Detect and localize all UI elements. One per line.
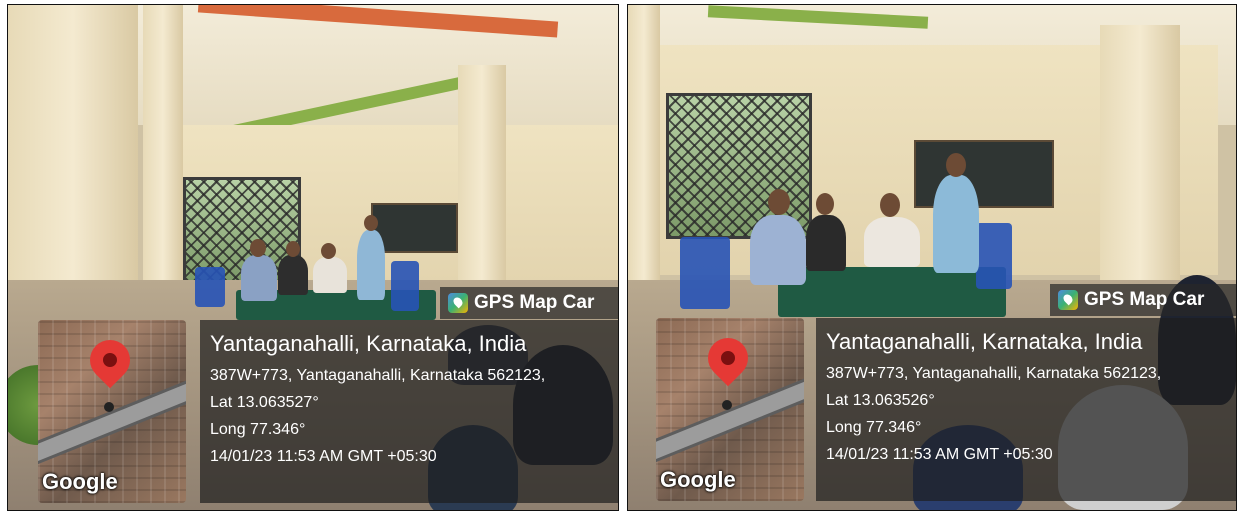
timestamp: 14/01/23 11:53 AM GMT +05:30 [826, 446, 1053, 463]
longitude: Long 77.346° [826, 419, 922, 436]
location-map-thumbnail: Google [656, 318, 804, 501]
photo-panel-right: GPS Map Car Google Yantaganahalli, Karna… [627, 4, 1237, 511]
gps-app-label-text: GPS Map Car [1084, 289, 1205, 310]
person-head [286, 241, 300, 257]
person-head [880, 193, 900, 217]
place-name: Yantaganahalli, Karnataka, India [826, 329, 1143, 354]
location-info-box: Yantaganahalli, Karnataka, India 387W+77… [816, 318, 1236, 501]
chair [195, 267, 225, 307]
place-name: Yantaganahalli, Karnataka, India [210, 331, 527, 356]
seated-person [750, 215, 806, 285]
photo-panel-left: GPS Map Car Google Yantaganahalli, Karna… [7, 4, 619, 511]
map-logo: Google [42, 469, 118, 494]
map-pin-icon [699, 329, 757, 387]
pillar [1100, 25, 1180, 295]
timestamp: 14/01/23 11:53 AM GMT +05:30 [210, 448, 437, 465]
gps-map-camera-icon [448, 293, 468, 313]
chair [391, 261, 419, 311]
map-road [656, 373, 804, 463]
gps-app-label-text: GPS Map Car [474, 292, 595, 313]
map-logo: Google [660, 467, 736, 492]
address: 387W+773, Yantaganahalli, Karnataka 5621… [210, 367, 546, 384]
person-head [768, 189, 790, 215]
standing-speaker [357, 230, 385, 300]
person-head [250, 239, 266, 257]
person-head [364, 215, 378, 231]
location-map-thumbnail: Google [38, 320, 186, 503]
person-head [946, 153, 966, 177]
chair [680, 237, 730, 309]
longitude: Long 77.346° [210, 421, 306, 438]
latitude: Lat 13.063527° [210, 394, 319, 411]
location-info-box: Yantaganahalli, Karnataka, India 387W+77… [200, 320, 618, 503]
gps-map-camera-icon [1058, 290, 1078, 310]
seated-person [806, 215, 846, 271]
table [778, 267, 1006, 317]
gps-app-label: GPS Map Car [440, 287, 618, 319]
blackboard [371, 203, 458, 253]
pillar [143, 5, 183, 325]
person-head [321, 243, 336, 259]
map-road [38, 375, 186, 465]
chair [976, 223, 1012, 289]
map-location-dot [722, 400, 732, 410]
seated-person [278, 255, 308, 295]
address: 387W+773, Yantaganahalli, Karnataka 5621… [826, 365, 1162, 382]
standing-speaker [933, 175, 979, 273]
seated-person [241, 255, 277, 301]
latitude: Lat 13.063526° [826, 392, 935, 409]
map-pin-icon [81, 331, 139, 389]
seated-person [313, 257, 347, 293]
gps-app-label: GPS Map Car [1050, 284, 1236, 316]
seated-person [864, 217, 920, 267]
left-wall [8, 5, 138, 305]
map-location-dot [104, 402, 114, 412]
person-head [816, 193, 834, 215]
